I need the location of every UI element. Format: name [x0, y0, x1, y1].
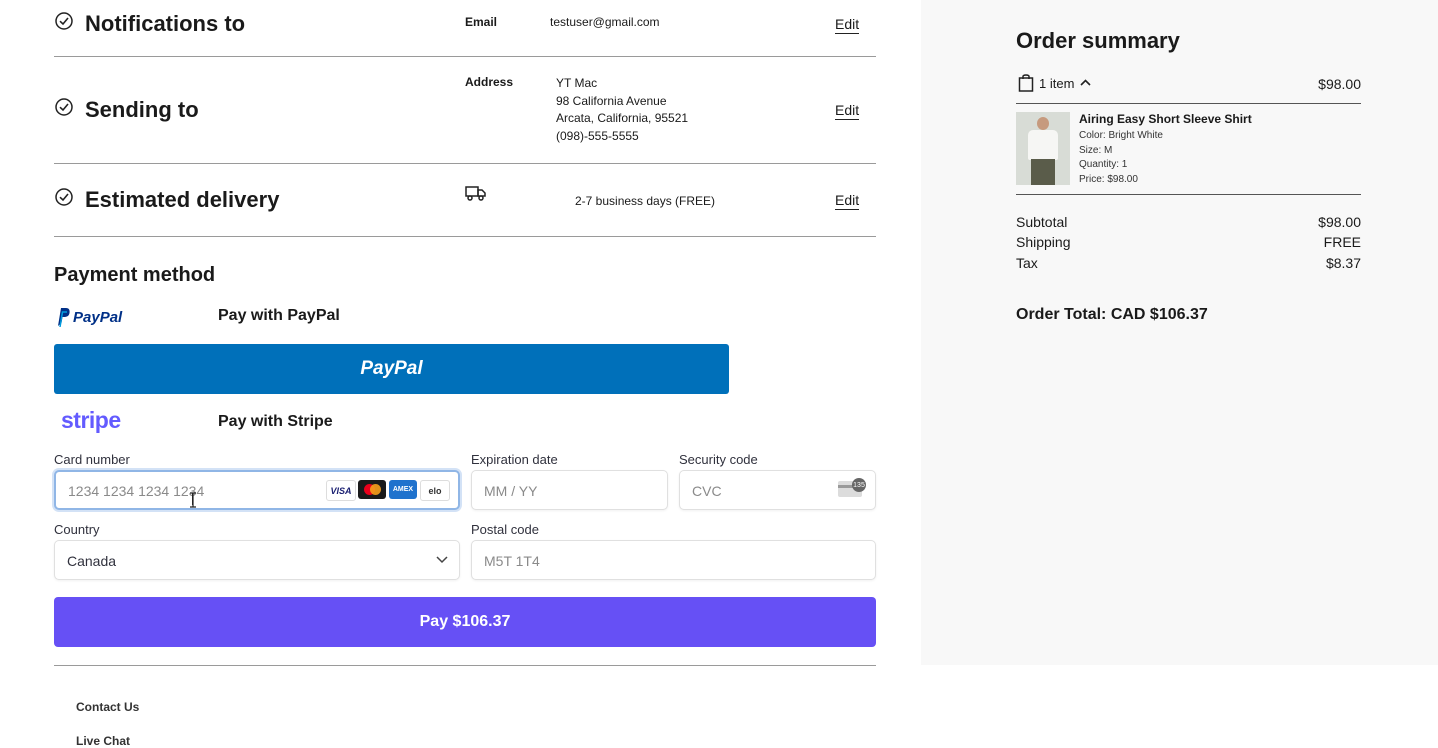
edit-delivery-link[interactable]: Edit [835, 192, 860, 210]
edit-notifications-link[interactable]: Edit [835, 16, 860, 34]
elo-icon: elo [420, 480, 450, 501]
pay-with-paypal-label: Pay with PayPal [218, 307, 340, 324]
divider [1016, 194, 1361, 195]
card-number-placeholder: 1234 1234 1234 1234 [68, 483, 205, 499]
check-circle-icon [55, 188, 73, 206]
chevron-up-icon [1080, 79, 1091, 86]
shopping-bag-icon [1018, 74, 1034, 92]
address-label: Address [465, 75, 514, 89]
postal-code-label: Postal code [471, 522, 539, 537]
product-quantity: Quantity: 1 [1079, 159, 1128, 170]
divider [1016, 103, 1361, 104]
text-cursor-icon [190, 492, 196, 508]
summary-row-subtotal: Subtotal $98.00 [1016, 214, 1361, 230]
visa-icon: VISA [326, 480, 356, 501]
tax-value: $8.37 [1325, 255, 1361, 271]
divider [54, 163, 876, 164]
security-code-input[interactable]: CVC 135 [679, 470, 876, 510]
stripe-logo: stripe [61, 407, 121, 433]
postal-code-placeholder: M5T 1T4 [484, 553, 540, 569]
product-name: Airing Easy Short Sleeve Shirt [1079, 112, 1252, 126]
address-line: 98 California Avenue [556, 93, 667, 108]
address-line: (098)-555-5555 [556, 128, 639, 143]
order-summary-title: Order summary [1016, 28, 1180, 53]
subtotal-value: $98.00 [1318, 214, 1361, 230]
product-price: Price: $98.00 [1079, 174, 1138, 185]
paypal-logo: PayPal [56, 307, 122, 327]
subtotal-label: Subtotal [1016, 214, 1068, 230]
step-title-notifications: Notifications to [85, 11, 246, 36]
summary-row-shipping: Shipping FREE [1016, 234, 1361, 250]
cvc-badge: 135 [852, 478, 866, 492]
step-title-delivery: Estimated delivery [85, 187, 280, 212]
check-circle-icon [55, 98, 73, 116]
product-image [1016, 112, 1070, 185]
paypal-button[interactable]: PayPal [54, 344, 729, 394]
shipping-value: FREE [1323, 234, 1361, 250]
chevron-down-icon [436, 556, 448, 564]
shipping-label: Shipping [1016, 234, 1071, 250]
cart-items-toggle[interactable]: 1 item $98.00 [1016, 73, 1361, 93]
payment-method-title: Payment method [54, 264, 216, 286]
product-color: Color: Bright White [1079, 130, 1163, 141]
edit-sending-link[interactable]: Edit [835, 102, 860, 120]
mastercard-icon [358, 480, 386, 499]
order-summary-panel [921, 0, 1438, 665]
email-value: testuser@gmail.com [550, 15, 660, 29]
email-label: Email [465, 15, 498, 29]
footer-link-contact-us[interactable]: Contact Us [76, 700, 139, 714]
tax-label: Tax [1016, 255, 1038, 271]
security-code-placeholder: CVC [692, 483, 722, 499]
country-select[interactable]: Canada [54, 540, 460, 580]
divider [54, 236, 876, 237]
paypal-logo-text: PayPal [73, 308, 123, 326]
truck-icon [465, 186, 486, 201]
delivery-estimate: 2-7 business days (FREE) [575, 194, 716, 208]
postal-code-input[interactable]: M5T 1T4 [471, 540, 876, 580]
divider [54, 665, 876, 666]
step-title-sending: Sending to [85, 97, 199, 122]
country-label: Country [54, 522, 100, 537]
country-value: Canada [67, 553, 117, 569]
check-circle-icon [55, 12, 73, 30]
order-total: Order Total: CAD $106.37 [1016, 306, 1208, 323]
card-number-label: Card number [54, 452, 130, 467]
summary-row-tax: Tax $8.37 [1016, 255, 1361, 271]
footer-link-live-chat[interactable]: Live Chat [76, 734, 130, 748]
address-line: Arcata, California, 95521 [556, 111, 689, 125]
divider [54, 56, 876, 57]
address-block: YT Mac 98 California Avenue Arcata, Cali… [556, 75, 688, 145]
pay-with-stripe-label: Pay with Stripe [218, 413, 333, 430]
paypal-button-text: PayPal [360, 358, 423, 379]
product-size: Size: M [1079, 145, 1113, 156]
expiration-placeholder: MM / YY [484, 483, 538, 499]
security-code-label: Security code [679, 452, 758, 467]
expiration-label: Expiration date [471, 452, 558, 467]
expiration-input[interactable]: MM / YY [471, 470, 668, 510]
paypal-icon [58, 308, 70, 327]
pay-button[interactable]: Pay $106.37 [54, 597, 876, 647]
items-total: $98.00 [1318, 76, 1361, 92]
items-count: 1 item [1039, 76, 1075, 91]
amex-icon: AMEX [389, 480, 417, 499]
address-line: YT Mac [556, 76, 598, 90]
